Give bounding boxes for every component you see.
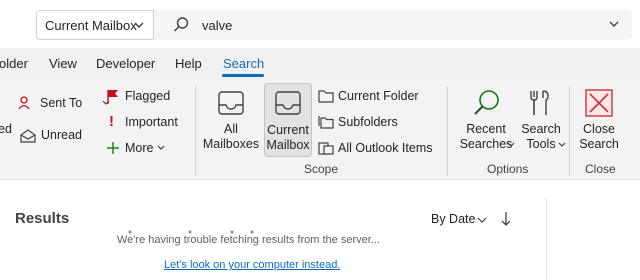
folders-icon [318, 116, 334, 129]
ribbon-cutoff-label[interactable]: ed [0, 122, 12, 136]
recent-searches-button[interactable]: Recent Searches [455, 84, 517, 156]
chevron-down-icon[interactable] [477, 215, 487, 225]
ribbon-separator [569, 86, 570, 176]
search-local-link[interactable]: Let's look on your computer instead. [164, 259, 340, 271]
close-icon [585, 89, 613, 117]
person-arrow-icon [18, 96, 30, 110]
active-tab-indicator [222, 74, 264, 77]
all-mailboxes-button[interactable]: All Mailboxes [202, 84, 260, 156]
current-mailbox-label: Current Mailbox [266, 123, 310, 152]
ribbon-tab-bar: older View Developer Help Search [0, 48, 640, 80]
search-query-box[interactable] [154, 10, 632, 40]
flagged-label: Flagged [125, 89, 171, 103]
chevron-down-icon [558, 142, 566, 147]
ribbon-separator [195, 86, 196, 176]
tab-view[interactable]: View [49, 56, 77, 71]
inbox-icon [275, 91, 301, 115]
tab-search[interactable]: Search [223, 56, 264, 71]
ribbon-separator [447, 86, 448, 176]
more-label: More [125, 141, 154, 155]
chevron-down-icon [507, 142, 515, 147]
search-tools-button[interactable]: Search Tools [518, 84, 566, 156]
ribbon: ed Sent To Unread Flagged ! Important Mo… [0, 80, 640, 180]
current-mailbox-button[interactable]: Current Mailbox [264, 83, 312, 157]
pane-divider [546, 198, 547, 280]
chevron-down-icon [157, 145, 165, 150]
close-group-label: Close [585, 162, 616, 176]
search-scope-label: Current Mailbox [45, 17, 137, 33]
search-icon [174, 17, 189, 32]
all-outlook-items-label: All Outlook Items [338, 141, 433, 155]
search-input[interactable] [202, 15, 582, 35]
close-search-label: Close Search [579, 122, 619, 151]
flag-icon [107, 90, 118, 104]
inbox-icon [218, 91, 244, 115]
outlook-items-icon [318, 142, 334, 155]
tab-developer[interactable]: Developer [96, 56, 155, 71]
error-message: We're having trouble fetching results fr… [117, 234, 380, 246]
search-bar: Current Mailbox [0, 0, 640, 48]
chevron-down-icon[interactable] [608, 18, 620, 32]
chevron-down-icon [134, 22, 144, 28]
tab-help[interactable]: Help [175, 56, 202, 71]
tab-folder[interactable]: older [0, 56, 28, 71]
sent-to-label: Sent To [40, 96, 83, 110]
folder-icon [318, 90, 334, 103]
exclamation-icon: ! [109, 113, 114, 130]
scope-group-label: Scope [304, 162, 339, 176]
plus-icon [107, 142, 119, 154]
subfolders-label: Subfolders [338, 115, 398, 129]
unread-label: Unread [41, 128, 82, 142]
recent-search-icon [474, 90, 499, 115]
options-group-label: Options [487, 162, 529, 176]
results-title: Results [15, 210, 70, 227]
current-folder-label: Current Folder [338, 89, 419, 103]
important-label: Important [125, 115, 178, 129]
sort-direction-arrow-icon[interactable] [500, 211, 512, 227]
envelope-open-icon [20, 129, 36, 143]
all-mailboxes-label: All Mailboxes [202, 122, 260, 151]
tools-icon [530, 90, 549, 115]
close-search-button[interactable]: Close Search [576, 84, 622, 156]
search-scope-dropdown[interactable]: Current Mailbox [36, 10, 154, 40]
sort-dropdown[interactable]: By Date [431, 212, 475, 226]
